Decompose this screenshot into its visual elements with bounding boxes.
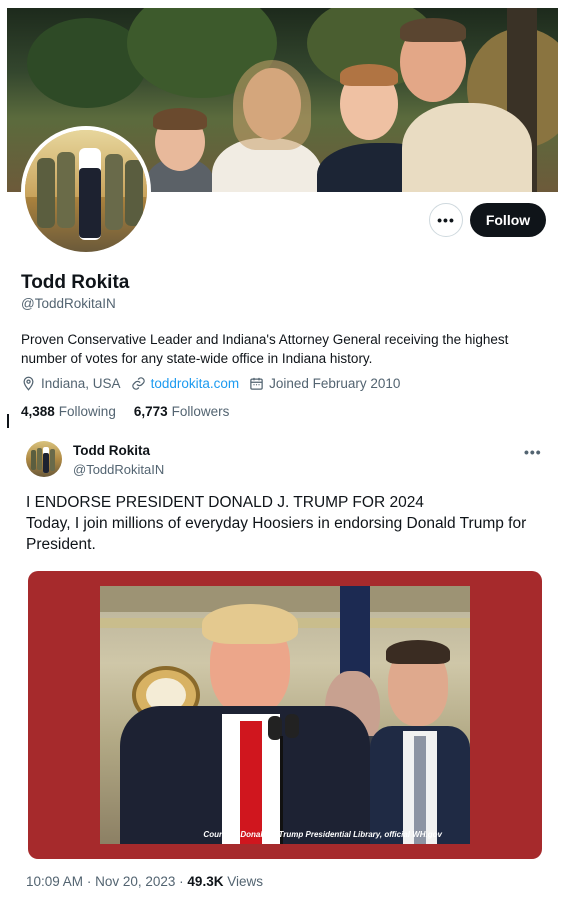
profile-name: Todd Rokita [21, 272, 130, 293]
follow-button[interactable]: Follow [470, 203, 546, 237]
following-link[interactable]: 4,388 Following [21, 404, 116, 419]
followers-label: Followers [171, 404, 230, 419]
post-media[interactable]: Courtesy Donald J. Trump Presidential Li… [28, 571, 542, 859]
post-author-handle[interactable]: @ToddRokitaIN [73, 462, 164, 477]
post-avatar[interactable] [26, 441, 62, 477]
text-cursor [7, 414, 9, 428]
post-time[interactable]: 10:09 AM [26, 874, 83, 889]
post-more-icon[interactable]: ••• [524, 444, 542, 460]
separator: · [179, 874, 184, 889]
joined-text: Joined February 2010 [269, 376, 401, 391]
profile-handle: @ToddRokitaIN [21, 296, 116, 311]
more-icon: ••• [437, 212, 455, 228]
website-link[interactable]: toddrokita.com [151, 376, 240, 391]
website-item[interactable]: toddrokita.com [131, 376, 240, 391]
location-pin-icon [23, 376, 34, 391]
post-paragraph: Today, I join millions of everyday Hoosi… [26, 515, 527, 553]
following-count: 4,388 [21, 404, 55, 419]
profile-bio: Proven Conservative Leader and Indiana's… [21, 332, 509, 366]
followers-link[interactable]: 6,773 Followers [134, 404, 230, 419]
calendar-icon [250, 377, 263, 390]
views-label: Views [227, 874, 263, 889]
follow-stats: 4,388 Following 6,773 Followers [21, 404, 247, 419]
followers-count: 6,773 [133, 404, 168, 419]
joined-item: Joined February 2010 [249, 376, 400, 391]
location-item: Indiana, USA [21, 376, 121, 391]
post-body: I ENDORSE PRESIDENT DONALD J. TRUMP FOR … [26, 492, 541, 555]
post-date[interactable]: Nov 20, 2023 [95, 874, 175, 889]
more-options-button[interactable]: ••• [429, 203, 463, 237]
post-headline: I ENDORSE PRESIDENT DONALD J. TRUMP FOR … [26, 494, 424, 511]
post-author-name[interactable]: Todd Rokita [73, 443, 150, 458]
separator: · [86, 874, 92, 889]
views-count[interactable]: 49.3K [187, 874, 223, 889]
location-text: Indiana, USA [41, 376, 121, 391]
post-photo: Courtesy Donald J. Trump Presidential Li… [100, 586, 470, 844]
profile-meta: Indiana, USA toddrokita.com Joined Febru… [21, 376, 410, 391]
link-icon [131, 377, 145, 390]
media-credit: Courtesy Donald J. Trump Presidential Li… [203, 830, 442, 839]
post-timestamp: 10:09 AM · Nov 20, 2023 · 49.3K Views [26, 874, 263, 889]
following-label: Following [58, 404, 116, 419]
profile-avatar[interactable] [21, 126, 151, 256]
